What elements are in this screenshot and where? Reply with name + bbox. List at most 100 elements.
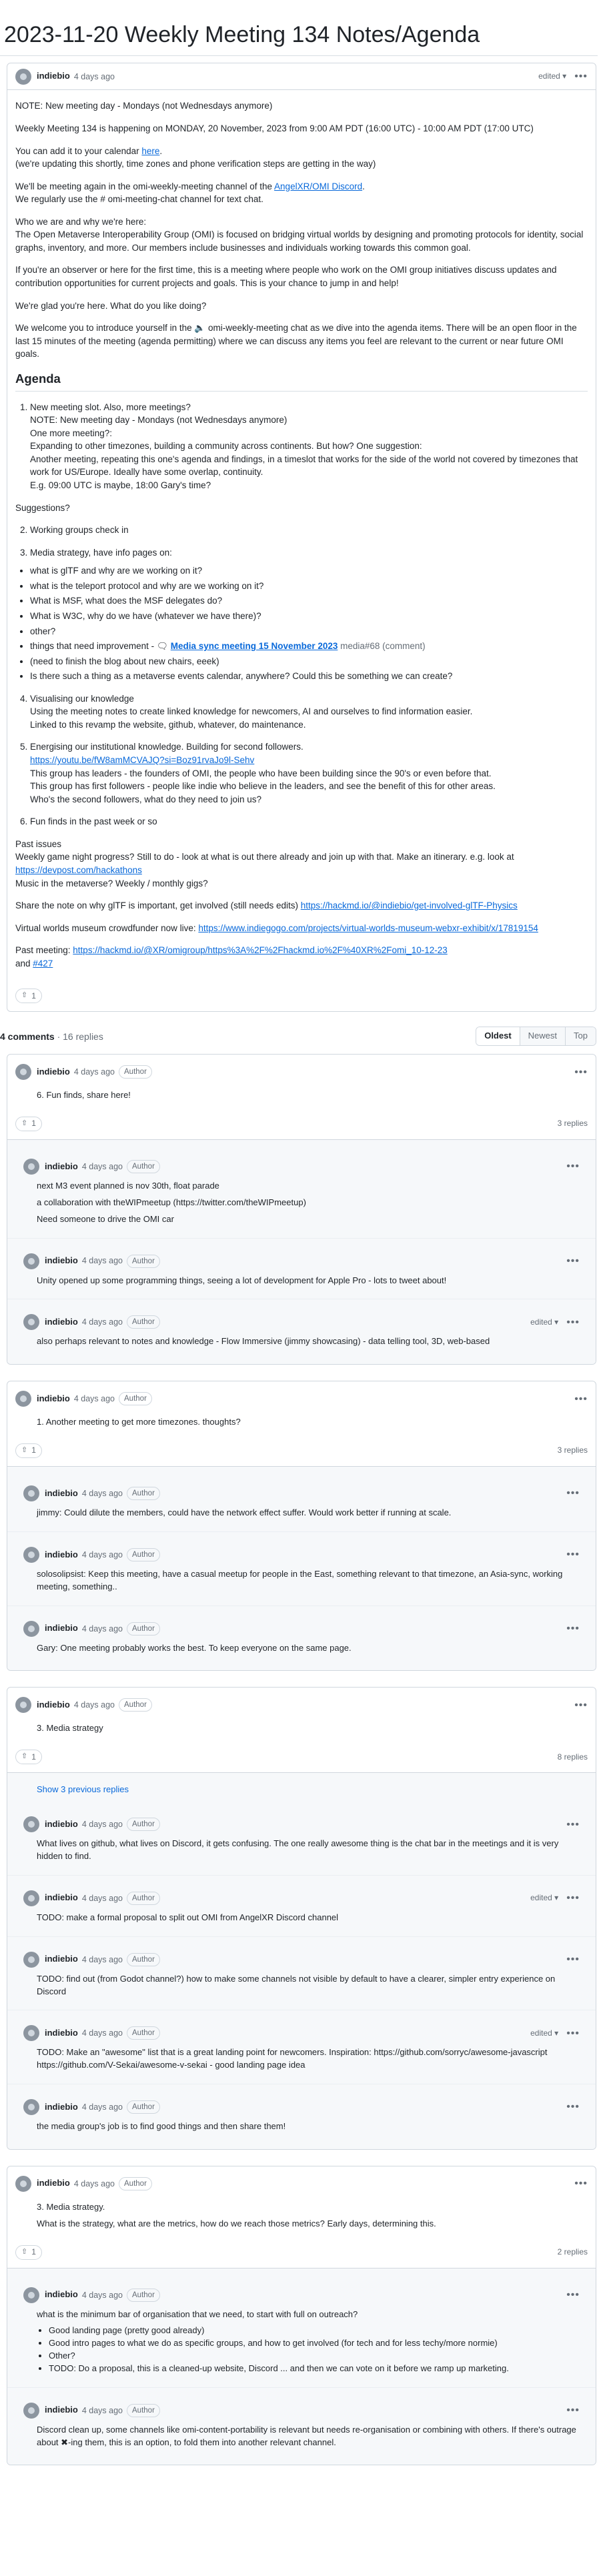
calendar-link[interactable]: here — [141, 146, 159, 156]
past-meeting-link[interactable]: https://hackmd.io/@XR/omigroup/https%3A%… — [73, 945, 447, 955]
post-time[interactable]: 4 days ago — [74, 71, 115, 83]
more-options-icon[interactable]: ••• — [566, 2287, 580, 2303]
avatar[interactable] — [23, 2402, 39, 2419]
comment-time[interactable]: 4 days ago — [74, 1393, 115, 1405]
edited-dropdown[interactable]: edited ▾ — [530, 2028, 558, 2039]
more-options-icon[interactable]: ••• — [566, 1159, 580, 1174]
comment-author[interactable]: indiebio — [37, 1393, 70, 1405]
youtube-link[interactable]: https://youtu.be/fW8amMCVAJQ?si=Boz91rva… — [30, 755, 254, 765]
comment-author[interactable]: indiebio — [45, 1255, 78, 1267]
comment-time[interactable]: 4 days ago — [82, 1954, 123, 1966]
comment-time[interactable]: 4 days ago — [74, 1699, 115, 1711]
more-options-icon[interactable]: ••• — [574, 2176, 588, 2191]
comment-time[interactable]: 4 days ago — [82, 1161, 123, 1173]
more-options-icon[interactable]: ••• — [566, 2099, 580, 2114]
comment-author[interactable]: indiebio — [45, 1487, 78, 1500]
comment-time[interactable]: 4 days ago — [82, 1316, 123, 1328]
comment-time[interactable]: 4 days ago — [82, 1549, 123, 1561]
comment-author[interactable]: indiebio — [45, 2027, 78, 2040]
more-options-icon[interactable]: ••• — [566, 1315, 580, 1330]
sort-oldest[interactable]: Oldest — [476, 1027, 520, 1046]
edited-dropdown[interactable]: edited ▾ — [538, 71, 566, 82]
comment-author[interactable]: indiebio — [45, 2289, 78, 2301]
comment-author[interactable]: indiebio — [45, 1161, 78, 1173]
comment-author[interactable]: indiebio — [45, 1622, 78, 1635]
comment-author[interactable]: indiebio — [37, 1699, 70, 1712]
comment-author[interactable]: indiebio — [45, 1316, 78, 1329]
agenda-item-2: Working groups check in — [30, 524, 588, 537]
more-options-icon[interactable]: ••• — [566, 1547, 580, 1562]
avatar[interactable] — [23, 1620, 39, 1637]
more-options-icon[interactable]: ••• — [574, 1065, 588, 1080]
comment-author[interactable]: indiebio — [37, 2177, 70, 2190]
reply-header: indiebio 4 days ago Author ••• — [15, 1149, 588, 1175]
avatar[interactable] — [23, 1816, 39, 1833]
comment-author[interactable]: indiebio — [45, 1549, 78, 1561]
more-options-icon[interactable]: ••• — [574, 1391, 588, 1407]
comment-time[interactable]: 4 days ago — [82, 1818, 123, 1830]
edited-dropdown[interactable]: edited ▾ — [530, 1892, 558, 1904]
avatar[interactable] — [23, 2025, 39, 2042]
avatar[interactable] — [23, 1253, 39, 1269]
comment-time[interactable]: 4 days ago — [82, 1487, 123, 1499]
discord-link[interactable]: AngelXR/OMI Discord — [274, 181, 362, 191]
more-options-icon[interactable]: ••• — [574, 69, 588, 84]
avatar[interactable] — [15, 1391, 31, 1407]
more-options-icon[interactable]: ••• — [566, 1485, 580, 1501]
more-options-icon[interactable]: ••• — [566, 2026, 580, 2041]
comment-time[interactable]: 4 days ago — [74, 1066, 115, 1078]
avatar[interactable] — [15, 1064, 31, 1081]
museum-line: Virtual worlds museum crowdfunder now li… — [15, 922, 538, 933]
agenda-heading: Agenda — [15, 370, 588, 392]
comment-time[interactable]: 4 days ago — [82, 2289, 123, 2301]
avatar[interactable] — [15, 2175, 31, 2192]
comment-author[interactable]: indiebio — [45, 2101, 78, 2114]
edited-dropdown[interactable]: edited ▾ — [530, 1317, 558, 1328]
comment-time[interactable]: 4 days ago — [82, 2405, 123, 2417]
avatar[interactable] — [23, 1159, 39, 1175]
comment-header: indiebio 4 days ago Author ••• — [7, 2166, 596, 2192]
post-author[interactable]: indiebio — [37, 70, 70, 83]
comment-time[interactable]: 4 days ago — [82, 1623, 123, 1635]
comment-time[interactable]: 4 days ago — [74, 2178, 115, 2190]
comment-author[interactable]: indiebio — [45, 2404, 78, 2417]
media-sync-link[interactable]: Media sync meeting 15 November 2023 — [171, 641, 338, 651]
show-previous-replies-button[interactable]: Show 3 previous replies — [7, 1777, 596, 1802]
more-options-icon[interactable]: ••• — [566, 1253, 580, 1269]
avatar[interactable] — [23, 1485, 39, 1502]
indiegogo-link[interactable]: https://www.indiegogo.com/projects/virtu… — [198, 923, 538, 933]
more-options-icon[interactable]: ••• — [566, 1817, 580, 1832]
comment-author[interactable]: indiebio — [45, 1953, 78, 1966]
more-options-icon[interactable]: ••• — [566, 1952, 580, 1967]
comment-author[interactable]: indiebio — [45, 1818, 78, 1831]
comment-author[interactable]: indiebio — [45, 1892, 78, 1904]
sort-top[interactable]: Top — [565, 1027, 596, 1046]
comment-time[interactable]: 4 days ago — [82, 1255, 123, 1267]
gltf-physics-link[interactable]: https://hackmd.io/@indiebio/get-involved… — [301, 900, 518, 910]
comment-time[interactable]: 4 days ago — [82, 2101, 123, 2113]
avatar[interactable] — [23, 1951, 39, 1968]
more-options-icon[interactable]: ••• — [566, 1890, 580, 1906]
avatar[interactable] — [23, 1546, 39, 1563]
more-options-icon[interactable]: ••• — [566, 2403, 580, 2418]
avatar[interactable] — [15, 1697, 31, 1714]
more-options-icon[interactable]: ••• — [566, 1621, 580, 1636]
issue-link[interactable]: #427 — [33, 958, 53, 969]
upvote-button[interactable]: ⇧ 1 — [15, 989, 42, 1004]
upvote-button[interactable]: ⇧ 1 — [15, 1750, 42, 1765]
devpost-link[interactable]: https://devpost.com/hackathons — [15, 865, 142, 875]
comment-time[interactable]: 4 days ago — [82, 2027, 123, 2039]
reply-header: indiebio 4 days ago Author ••• — [15, 2393, 588, 2419]
sort-newest[interactable]: Newest — [519, 1027, 566, 1046]
comment-time[interactable]: 4 days ago — [82, 1892, 123, 1904]
upvote-button[interactable]: ⇧ 1 — [15, 2244, 42, 2260]
more-options-icon[interactable]: ••• — [574, 1698, 588, 1713]
avatar[interactable] — [15, 68, 31, 85]
avatar[interactable] — [23, 1890, 39, 1906]
upvote-button[interactable]: ⇧ 1 — [15, 1117, 42, 1132]
comment-author[interactable]: indiebio — [37, 1066, 70, 1079]
avatar[interactable] — [23, 2099, 39, 2116]
avatar[interactable] — [23, 2287, 39, 2303]
upvote-button[interactable]: ⇧ 1 — [15, 1443, 42, 1459]
avatar[interactable] — [23, 1314, 39, 1331]
